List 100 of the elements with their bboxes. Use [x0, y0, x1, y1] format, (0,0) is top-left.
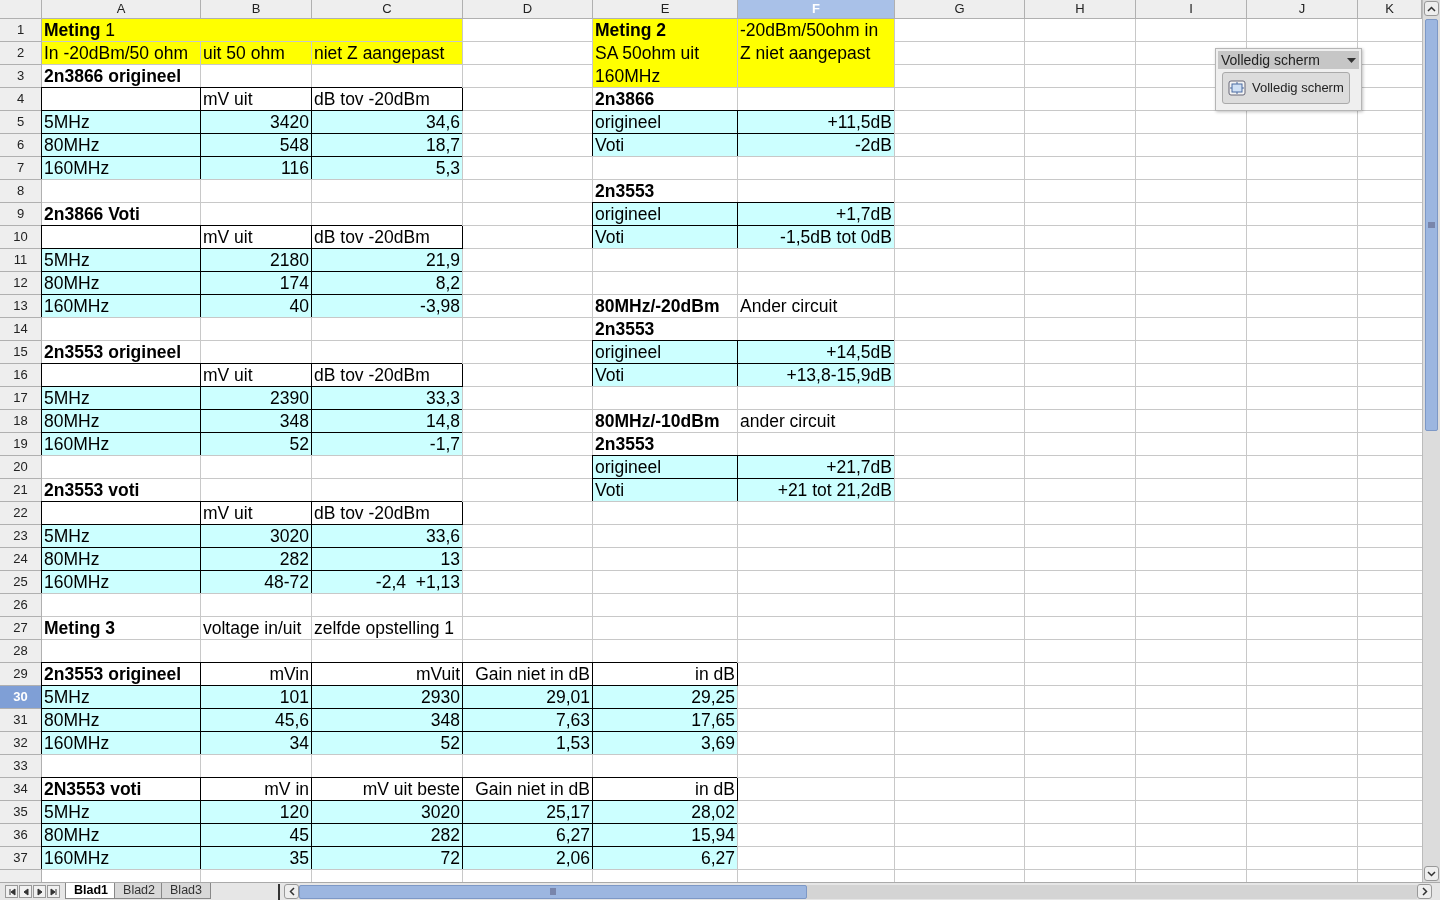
- cell-text: 2n3553 origineel: [43, 341, 183, 364]
- next-sheet-button[interactable]: [33, 885, 46, 898]
- row-header[interactable]: 16: [0, 364, 42, 387]
- previous-sheet-button[interactable]: [19, 885, 32, 898]
- spreadsheet-cell: 28,02: [593, 801, 738, 824]
- spreadsheet-cell: 101: [201, 686, 312, 709]
- spreadsheet-cell: 116: [201, 157, 312, 180]
- toolbar-title-bar[interactable]: Volledig scherm: [1218, 51, 1359, 69]
- spreadsheet-cell: 2930: [312, 686, 463, 709]
- right-arrow-icon: [49, 887, 58, 896]
- spreadsheet-cell: +13,8-15,9dB: [738, 364, 895, 387]
- row-header[interactable]: 37: [0, 847, 42, 870]
- row-header[interactable]: 10: [0, 226, 42, 249]
- spreadsheet-cell: 2390: [201, 387, 312, 410]
- spreadsheet-cell: 35: [201, 847, 312, 870]
- column-header[interactable]: C: [312, 0, 463, 19]
- spreadsheet-cell: 160MHz: [42, 157, 201, 180]
- column-header[interactable]: B: [201, 0, 312, 19]
- spreadsheet-cell: origineel: [593, 341, 738, 364]
- fullscreen-button[interactable]: Volledig scherm: [1222, 72, 1350, 104]
- row-header[interactable]: 28: [0, 640, 42, 663]
- scroll-up-button[interactable]: [1424, 1, 1439, 16]
- row-header[interactable]: 36: [0, 824, 42, 847]
- first-sheet-button[interactable]: [5, 885, 18, 898]
- row-header[interactable]: 1: [0, 19, 42, 42]
- spreadsheet-cell: 348: [201, 410, 312, 433]
- row-header[interactable]: 3: [0, 65, 42, 88]
- spreadsheet-cell: +21 tot 21,2dB: [738, 479, 895, 502]
- row-header[interactable]: 15: [0, 341, 42, 364]
- cell-text: 2n3866: [594, 88, 656, 111]
- row-header[interactable]: 33: [0, 755, 42, 778]
- row-header[interactable]: 20: [0, 456, 42, 479]
- row-header[interactable]: 32: [0, 732, 42, 755]
- row-header[interactable]: 19: [0, 433, 42, 456]
- spreadsheet-cell: uit 50 ohm: [201, 42, 312, 65]
- row-header[interactable]: 2: [0, 42, 42, 65]
- toolbar-title: Volledig scherm: [1221, 50, 1320, 70]
- spreadsheet-cell: 80MHz: [42, 709, 201, 732]
- spreadsheet-cell: 5MHz: [42, 525, 201, 548]
- column-header[interactable]: A: [42, 0, 201, 19]
- scrollbar-thumb[interactable]: [299, 884, 807, 899]
- column-header[interactable]: I: [1136, 0, 1247, 19]
- spreadsheet-cell: 160MHz: [42, 295, 201, 318]
- scroll-down-button[interactable]: [1424, 866, 1439, 881]
- row-header[interactable]: 23: [0, 525, 42, 548]
- spreadsheet-cell: origineel: [593, 111, 738, 134]
- cell-text: 2n3553: [594, 433, 656, 456]
- spreadsheet-cell: 160MHz: [42, 732, 201, 755]
- row-header[interactable]: 26: [0, 594, 42, 617]
- spreadsheet-cell: 80MHz: [42, 824, 201, 847]
- left-arrow-icon: [21, 887, 30, 896]
- row-header[interactable]: 17: [0, 387, 42, 410]
- row-header[interactable]: 25: [0, 571, 42, 594]
- cell-text: 2n3866 origineel: [43, 65, 183, 88]
- spreadsheet-cell: +11,5dB: [738, 111, 895, 134]
- column-header[interactable]: J: [1247, 0, 1358, 19]
- row-header[interactable]: 29: [0, 663, 42, 686]
- cell-text: ander circuit: [739, 410, 837, 433]
- column-header[interactable]: D: [463, 0, 593, 19]
- row-header[interactable]: 11: [0, 249, 42, 272]
- spreadsheet-cell: 8,2: [312, 272, 463, 295]
- row-header[interactable]: 8: [0, 180, 42, 203]
- row-header[interactable]: 18: [0, 410, 42, 433]
- column-header[interactable]: H: [1025, 0, 1136, 19]
- column-header[interactable]: E: [593, 0, 738, 19]
- column-header[interactable]: G: [895, 0, 1025, 19]
- row-header[interactable]: 12: [0, 272, 42, 295]
- spreadsheet-cell: origineel: [593, 456, 738, 479]
- row-header[interactable]: 5: [0, 111, 42, 134]
- scroll-left-button[interactable]: [284, 884, 299, 899]
- row-header[interactable]: 14: [0, 318, 42, 341]
- spreadsheet-cell: -2,4 +1,13: [312, 571, 463, 594]
- row-header[interactable]: 9: [0, 203, 42, 226]
- grip-icon: [1428, 222, 1435, 228]
- row-header[interactable]: 21: [0, 479, 42, 502]
- cell-text: Ander circuit: [739, 295, 839, 318]
- row-header[interactable]: 13: [0, 295, 42, 318]
- row-header[interactable]: 24: [0, 548, 42, 571]
- spreadsheet-cell: 3420: [201, 111, 312, 134]
- row-header[interactable]: 4: [0, 88, 42, 111]
- row-header[interactable]: 6: [0, 134, 42, 157]
- row-header[interactable]: 7: [0, 157, 42, 180]
- spreadsheet-cell: Meting 2 SA 50ohm uit 160MHz: [593, 19, 738, 88]
- cell-text: Meting 3: [43, 617, 116, 640]
- left-arrow-icon: [7, 887, 16, 896]
- scroll-right-button[interactable]: [1417, 884, 1432, 899]
- last-sheet-button[interactable]: [47, 885, 60, 898]
- sheet-tab[interactable]: Blad3: [161, 883, 211, 899]
- row-header[interactable]: 22: [0, 502, 42, 525]
- row-header[interactable]: 35: [0, 801, 42, 824]
- scrollbar-thumb[interactable]: [1425, 19, 1438, 431]
- column-header[interactable]: K: [1358, 0, 1422, 19]
- spreadsheet-cell: 6,27: [593, 847, 738, 870]
- row-header[interactable]: 27: [0, 617, 42, 640]
- spreadsheet-cell: -1,5dB tot 0dB: [738, 226, 895, 249]
- row-header[interactable]: 34: [0, 778, 42, 801]
- row-header[interactable]: 31: [0, 709, 42, 732]
- spreadsheet-cell: 80MHz: [42, 134, 201, 157]
- chevron-right-icon: [1421, 887, 1428, 896]
- cell-text: 2n3553 voti: [43, 479, 141, 502]
